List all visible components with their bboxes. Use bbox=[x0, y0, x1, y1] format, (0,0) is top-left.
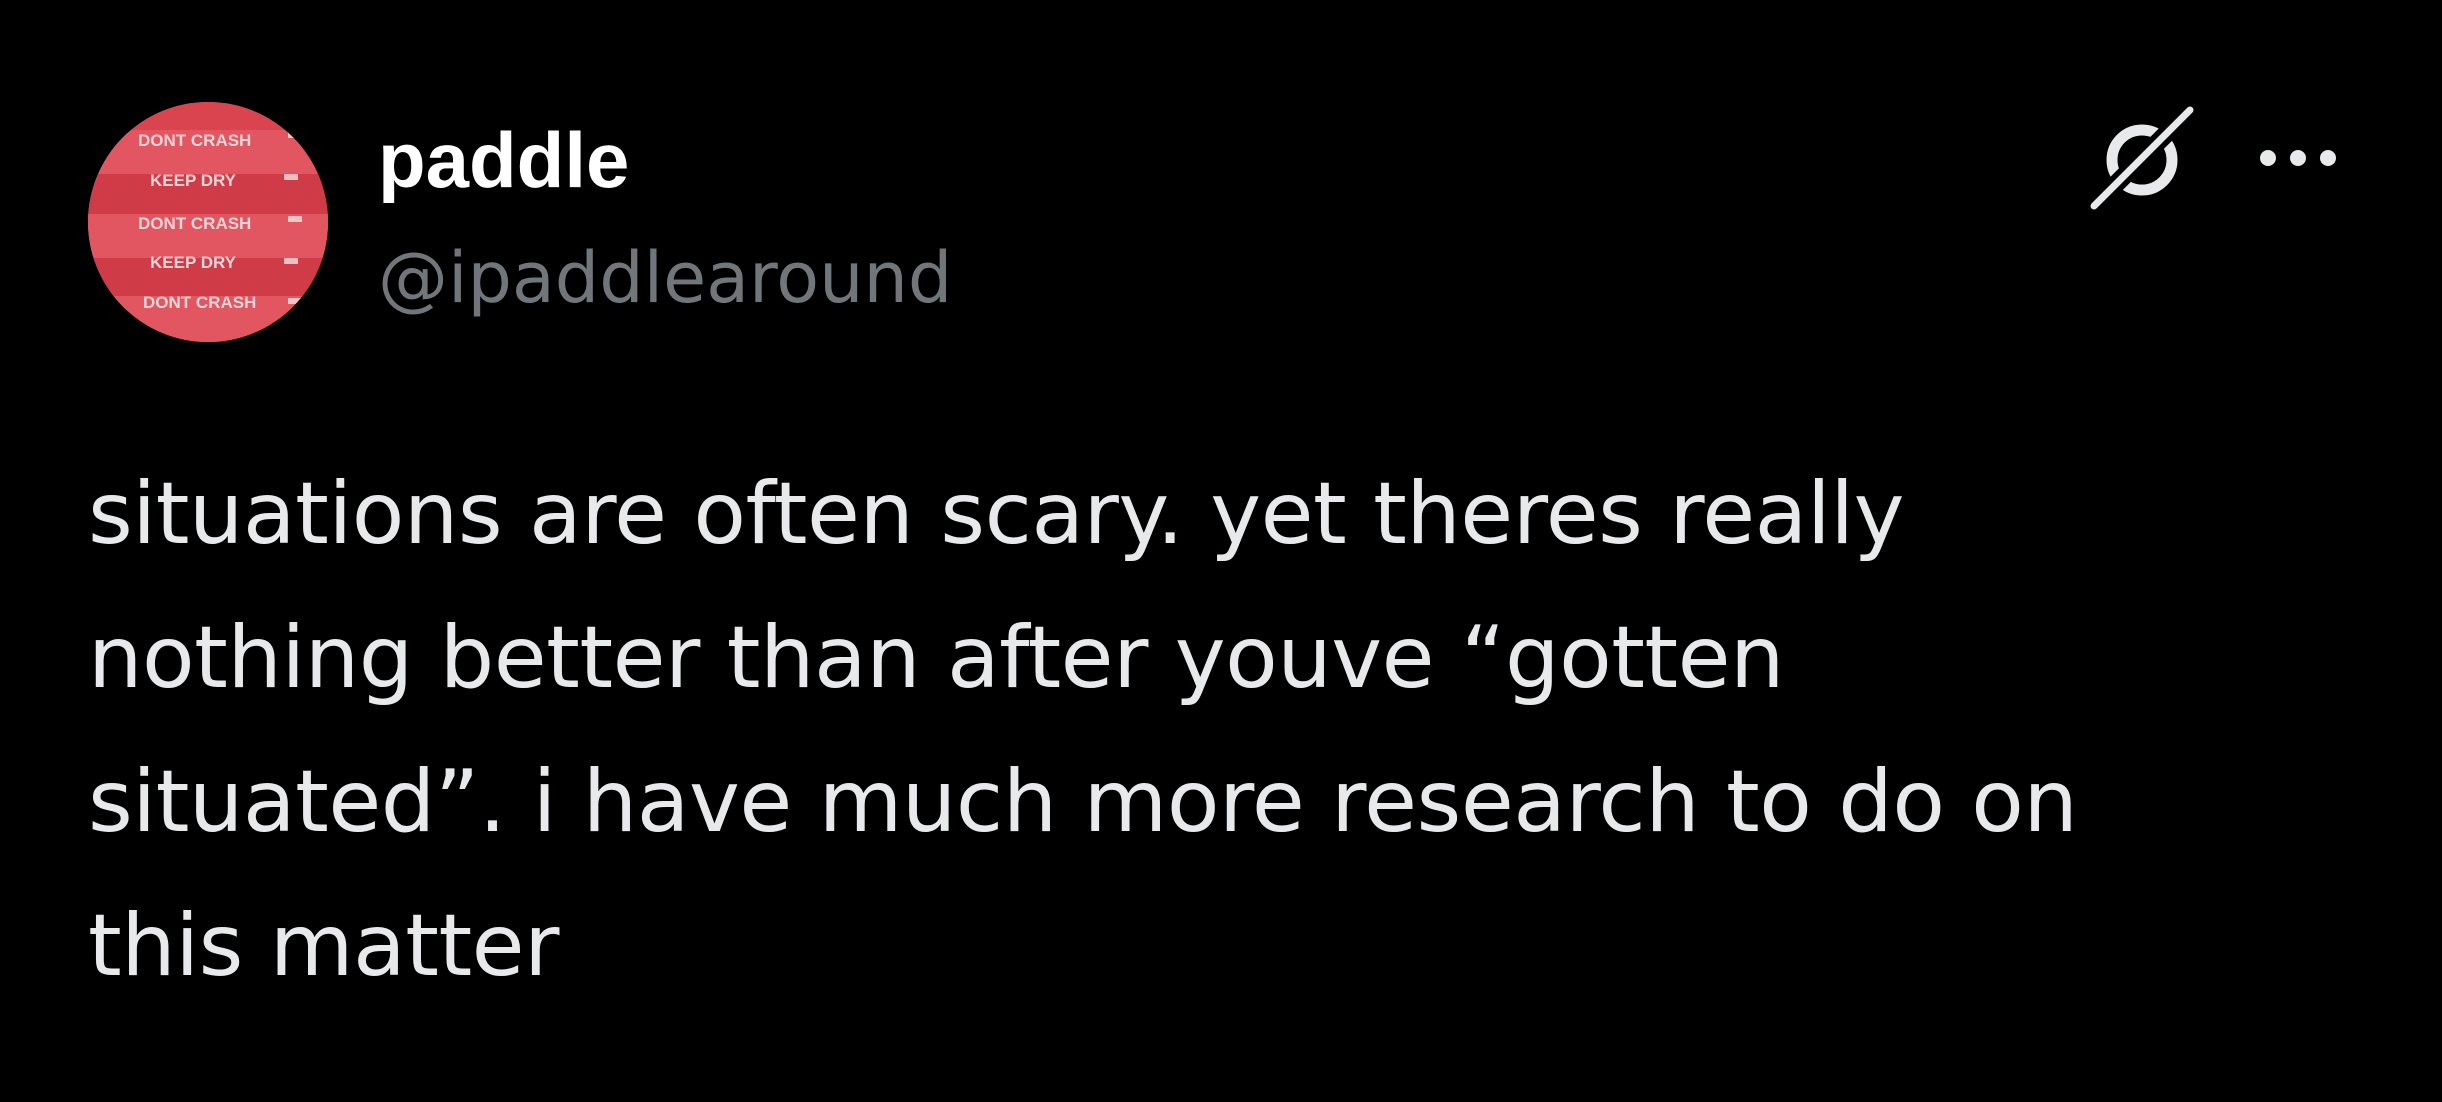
grok-icon bbox=[2083, 99, 2201, 217]
avatar-label-2: KEEP DRY bbox=[150, 171, 237, 190]
more-options-icon bbox=[2260, 150, 2336, 166]
avatar-label-4: KEEP DRY bbox=[150, 253, 237, 272]
grok-button[interactable] bbox=[2080, 99, 2201, 220]
tweet-line: nothing better than after youve “gotten bbox=[88, 608, 1785, 708]
tweet-card: DONT CRASH KEEP DRY DONT CRASH KEEP DRY … bbox=[0, 0, 2442, 1102]
avatar-label-5: DONT CRASH bbox=[143, 293, 256, 312]
avatar-label-3: DONT CRASH bbox=[138, 214, 251, 233]
avatar-label-1: DONT CRASH bbox=[138, 131, 251, 150]
more-options-button[interactable] bbox=[2248, 130, 2348, 186]
user-handle[interactable]: @ipaddlearound bbox=[378, 228, 952, 328]
tweet-text: situations are often scary. yet theres r… bbox=[88, 442, 2368, 1018]
display-name[interactable]: paddle bbox=[378, 110, 629, 210]
avatar[interactable]: DONT CRASH KEEP DRY DONT CRASH KEEP DRY … bbox=[88, 102, 328, 342]
avatar-image: DONT CRASH KEEP DRY DONT CRASH KEEP DRY … bbox=[88, 102, 328, 342]
tweet-line: situations are often scary. yet theres r… bbox=[88, 464, 1905, 564]
tweet-line: this matter bbox=[88, 896, 559, 996]
tweet-line: situated”. i have much more research to … bbox=[88, 752, 2078, 852]
